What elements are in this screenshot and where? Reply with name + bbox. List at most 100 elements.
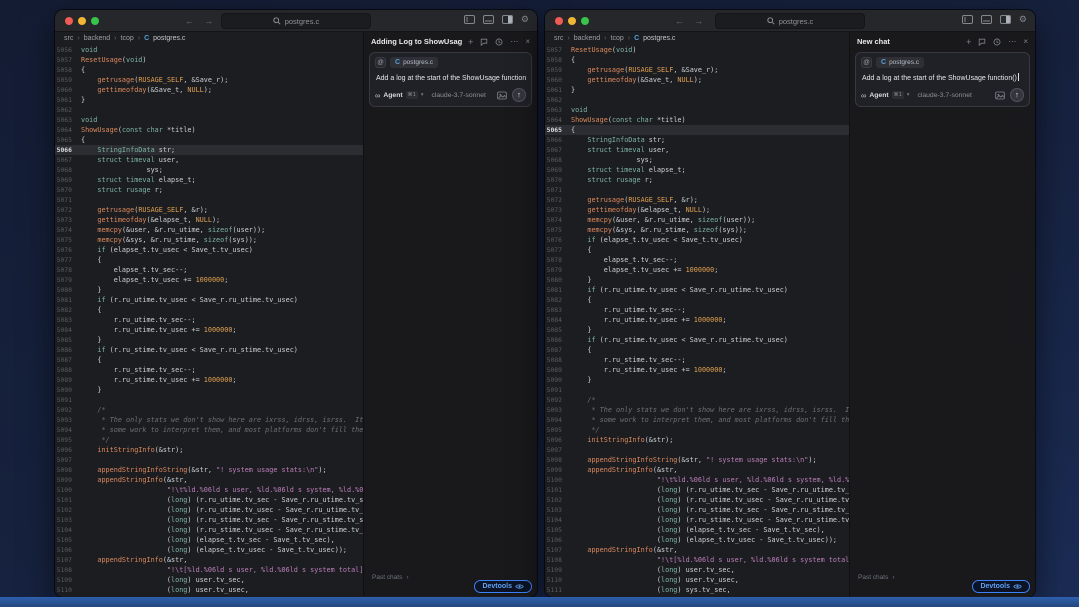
titlebar[interactable]: ← → postgres.c ⚙ xyxy=(55,10,537,32)
code-line[interactable]: 5099 appendStringInfo(&str, xyxy=(545,465,849,475)
code-line[interactable]: 5060 gettimeofday(&Save_t, NULL); xyxy=(545,75,849,85)
code-line[interactable]: 5065{ xyxy=(55,135,363,145)
file-search-field[interactable]: postgres.c xyxy=(221,13,371,29)
code-line[interactable]: 5071 xyxy=(55,195,363,205)
code-line[interactable]: 5056void xyxy=(55,45,363,55)
breadcrumb[interactable]: src › backend › tcop › C postgres.c xyxy=(545,32,849,45)
model-selector[interactable]: claude-3.7-sonnet xyxy=(917,92,971,99)
code-line[interactable]: 5105 (long) (elapse_t.tv_sec - Save_t.tv… xyxy=(545,525,849,535)
devtools-badge[interactable]: Devtools xyxy=(474,580,532,593)
code-line[interactable]: 5094 * some work to interpret them, and … xyxy=(545,415,849,425)
code-line[interactable]: 5091 xyxy=(55,395,363,405)
code-line[interactable]: 5107 appendStringInfo(&str, xyxy=(55,555,363,565)
code-line[interactable]: 5087 { xyxy=(545,345,849,355)
code-line[interactable]: 5077 { xyxy=(55,255,363,265)
code-line[interactable]: 5072 getrusage(RUSAGE_SELF, &r); xyxy=(55,205,363,215)
toggle-bottom-dock-icon[interactable] xyxy=(981,15,992,24)
code-line[interactable]: 5064ShowUsage(const char *title) xyxy=(545,115,849,125)
code-line[interactable]: 5080 } xyxy=(545,275,849,285)
code-line[interactable]: 5111 (long) sys.tv_sec, xyxy=(545,585,849,595)
mode-selector[interactable]: Agent xyxy=(869,92,888,99)
toggle-right-dock-icon[interactable] xyxy=(1000,15,1011,24)
toggle-left-dock-icon[interactable] xyxy=(962,15,973,24)
attach-image-icon[interactable] xyxy=(995,91,1005,100)
code-line[interactable]: 5065{ xyxy=(545,125,849,135)
code-line[interactable]: 5083 r.ru_utime.tv_sec--; xyxy=(545,305,849,315)
thread-bubble-icon[interactable] xyxy=(480,38,488,46)
zoom-window-button[interactable] xyxy=(91,17,99,25)
breadcrumb-src[interactable]: src xyxy=(554,35,563,42)
code-line[interactable]: 5100 "!\t%ld.%06ld s user, %ld.%06ld s s… xyxy=(55,485,363,495)
code-line[interactable]: 5076 if (elapse_t.tv_usec < Save_t.tv_us… xyxy=(545,235,849,245)
history-clock-icon[interactable] xyxy=(993,38,1001,46)
code-line[interactable]: 5099 appendStringInfo(&str, xyxy=(55,475,363,485)
code-line[interactable]: 5093 * The only stats we don't show here… xyxy=(545,405,849,415)
code-line[interactable]: 5101 (long) (r.ru_utime.tv_sec - Save_r.… xyxy=(55,495,363,505)
code-line[interactable]: 5093 * The only stats we don't show here… xyxy=(55,415,363,425)
close-window-button[interactable] xyxy=(555,17,563,25)
code-line[interactable]: 5057ResetUsage(void) xyxy=(545,45,849,55)
settings-gear-icon[interactable]: ⚙ xyxy=(1019,15,1027,24)
code-line[interactable]: 5088 r.ru_stime.tv_sec--; xyxy=(545,355,849,365)
code-line[interactable]: 5069 struct timeval elapse_t; xyxy=(55,175,363,185)
code-line[interactable]: 5087 { xyxy=(55,355,363,365)
code-line[interactable]: 5079 elapse_t.tv_usec += 1000000; xyxy=(545,265,849,275)
context-file-chip[interactable]: C postgres.c xyxy=(390,57,438,68)
code-line[interactable]: 5109 (long) user.tv_sec, xyxy=(545,565,849,575)
add-context-button[interactable]: @ xyxy=(861,57,872,68)
minimize-window-button[interactable] xyxy=(568,17,576,25)
code-line[interactable]: 5067 struct timeval user, xyxy=(545,145,849,155)
toggle-left-dock-icon[interactable] xyxy=(464,15,475,24)
code-line[interactable]: 5096 initStringInfo(&str); xyxy=(545,435,849,445)
code-line[interactable]: 5095 */ xyxy=(55,435,363,445)
code-line[interactable]: 5069 struct timeval elapse_t; xyxy=(545,165,849,175)
code-line[interactable]: 5084 r.ru_utime.tv_usec += 1000000; xyxy=(545,315,849,325)
chevron-down-icon[interactable]: ▾ xyxy=(907,92,910,98)
more-options-icon[interactable]: ⋯ xyxy=(1008,38,1016,46)
code-line[interactable]: 5079 elapse_t.tv_usec += 1000000; xyxy=(55,275,363,285)
breadcrumb-backend[interactable]: backend xyxy=(574,35,600,42)
code-line[interactable]: 5066 StringInfoData str; xyxy=(55,145,363,155)
forward-button[interactable]: → xyxy=(204,14,213,28)
code-line[interactable]: 5074 memcpy(&user, &r.ru_utime, sizeof(u… xyxy=(545,215,849,225)
message-input[interactable]: Add a log at the start of the ShowUsage … xyxy=(375,72,526,88)
code-line[interactable]: 5066 StringInfoData str; xyxy=(545,135,849,145)
code-line[interactable]: 5105 (long) (elapse_t.tv_sec - Save_t.tv… xyxy=(55,535,363,545)
code-line[interactable]: 5073 gettimeofday(&elapse_t, NULL); xyxy=(545,205,849,215)
attach-image-icon[interactable] xyxy=(497,91,507,100)
code-line[interactable]: 5085 } xyxy=(545,325,849,335)
code-line[interactable]: 5080 } xyxy=(55,285,363,295)
send-button[interactable]: ↑ xyxy=(1010,88,1024,102)
code-line[interactable]: 5078 elapse_t.tv_sec--; xyxy=(55,265,363,275)
code-line[interactable]: 5081 if (r.ru_utime.tv_usec < Save_r.ru_… xyxy=(55,295,363,305)
add-context-button[interactable]: @ xyxy=(375,57,386,68)
model-selector[interactable]: claude-3.7-sonnet xyxy=(431,92,485,99)
close-panel-icon[interactable]: × xyxy=(525,38,530,46)
code-line[interactable]: 5063void xyxy=(545,105,849,115)
code-line[interactable]: 5098 appendStringInfoString(&str, "! sys… xyxy=(55,465,363,475)
code-line[interactable]: 5058{ xyxy=(55,65,363,75)
context-file-chip[interactable]: C postgres.c xyxy=(876,57,924,68)
devtools-badge[interactable]: Devtools xyxy=(972,580,1030,593)
settings-gear-icon[interactable]: ⚙ xyxy=(521,15,529,24)
code-line[interactable]: 5061} xyxy=(55,95,363,105)
code-line[interactable]: 5100 "!\t%ld.%06ld s user, %ld.%06ld s s… xyxy=(545,475,849,485)
code-line[interactable]: 5106 (long) (elapse_t.tv_usec - Save_t.t… xyxy=(545,535,849,545)
file-search-field[interactable]: postgres.c xyxy=(715,13,865,29)
breadcrumb-filename[interactable]: postgres.c xyxy=(153,35,185,42)
code-line[interactable]: 5110 (long) user.tv_usec, xyxy=(55,585,363,595)
code-line[interactable]: 5107 appendStringInfo(&str, xyxy=(545,545,849,555)
code-line[interactable]: 5076 if (elapse_t.tv_usec < Save_t.tv_us… xyxy=(55,245,363,255)
code-line[interactable]: 5097 xyxy=(545,445,849,455)
code-line[interactable]: 5072 getrusage(RUSAGE_SELF, &r); xyxy=(545,195,849,205)
code-line[interactable]: 5081 if (r.ru_utime.tv_usec < Save_r.ru_… xyxy=(545,285,849,295)
code-line[interactable]: 5085 } xyxy=(55,335,363,345)
code-line[interactable]: 5059 getrusage(RUSAGE_SELF, &Save_r); xyxy=(55,75,363,85)
code-line[interactable]: 5095 */ xyxy=(545,425,849,435)
code-line[interactable]: 5074 memcpy(&user, &r.ru_utime, sizeof(u… xyxy=(55,225,363,235)
code-area[interactable]: 5057ResetUsage(void)5058{5059 getrusage(… xyxy=(545,45,849,596)
code-line[interactable]: 5075 memcpy(&sys, &r.ru_stime, sizeof(sy… xyxy=(545,225,849,235)
breadcrumb-tcop[interactable]: tcop xyxy=(121,35,134,42)
code-line[interactable]: 5078 elapse_t.tv_sec--; xyxy=(545,255,849,265)
code-line[interactable]: 5057ResetUsage(void) xyxy=(55,55,363,65)
